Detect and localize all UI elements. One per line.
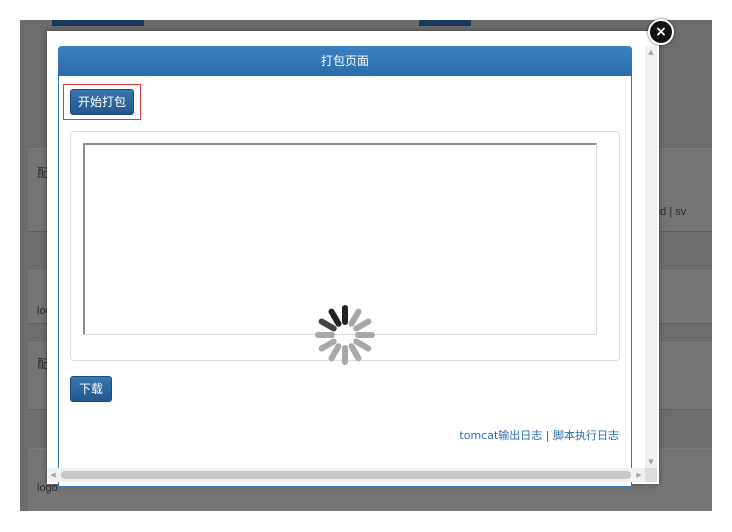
packaging-modal: 打包页面 开始打包 下载 tomcat输出日志 | 脚本执行日志 ▲ ▼ ◀ ▶ <box>47 31 659 487</box>
panel-title: 打包页面 <box>58 46 632 76</box>
log-output-frame[interactable] <box>83 143 597 335</box>
download-button[interactable]: 下载 <box>70 376 112 402</box>
packaging-panel: 打包页面 开始打包 下载 tomcat输出日志 | 脚本执行日志 <box>58 46 632 487</box>
script-log-link[interactable]: 脚本执行日志 <box>553 429 619 442</box>
spinner-bar <box>315 332 335 338</box>
horizontal-scroll-thumb[interactable] <box>61 471 631 479</box>
scroll-right-icon[interactable]: ▶ <box>633 468 645 482</box>
close-icon[interactable]: × <box>648 19 674 45</box>
log-links: tomcat输出日志 | 脚本执行日志 <box>459 427 619 443</box>
spinner-bar <box>355 332 375 338</box>
spinner-bar <box>342 305 348 325</box>
scroll-up-icon[interactable]: ▲ <box>645 46 657 58</box>
start-packaging-button[interactable]: 开始打包 <box>70 89 134 115</box>
scrollbar-corner <box>645 468 657 482</box>
vertical-scrollbar[interactable]: ▲ ▼ <box>645 46 657 468</box>
background-header-bar-right <box>419 20 471 26</box>
scroll-down-icon[interactable]: ▼ <box>645 456 657 468</box>
background-header-bar-left <box>52 20 144 26</box>
scroll-left-icon[interactable]: ◀ <box>47 468 59 482</box>
screen: 配 cloud | sv log 配 logo 打包页面 开始打包 下载 tom… <box>0 0 732 532</box>
log-container <box>70 131 620 365</box>
link-separator: | <box>545 429 550 442</box>
tomcat-log-link[interactable]: tomcat输出日志 <box>459 429 542 442</box>
horizontal-scrollbar[interactable]: ◀ ▶ <box>47 468 645 482</box>
spinner-bar <box>342 345 348 365</box>
